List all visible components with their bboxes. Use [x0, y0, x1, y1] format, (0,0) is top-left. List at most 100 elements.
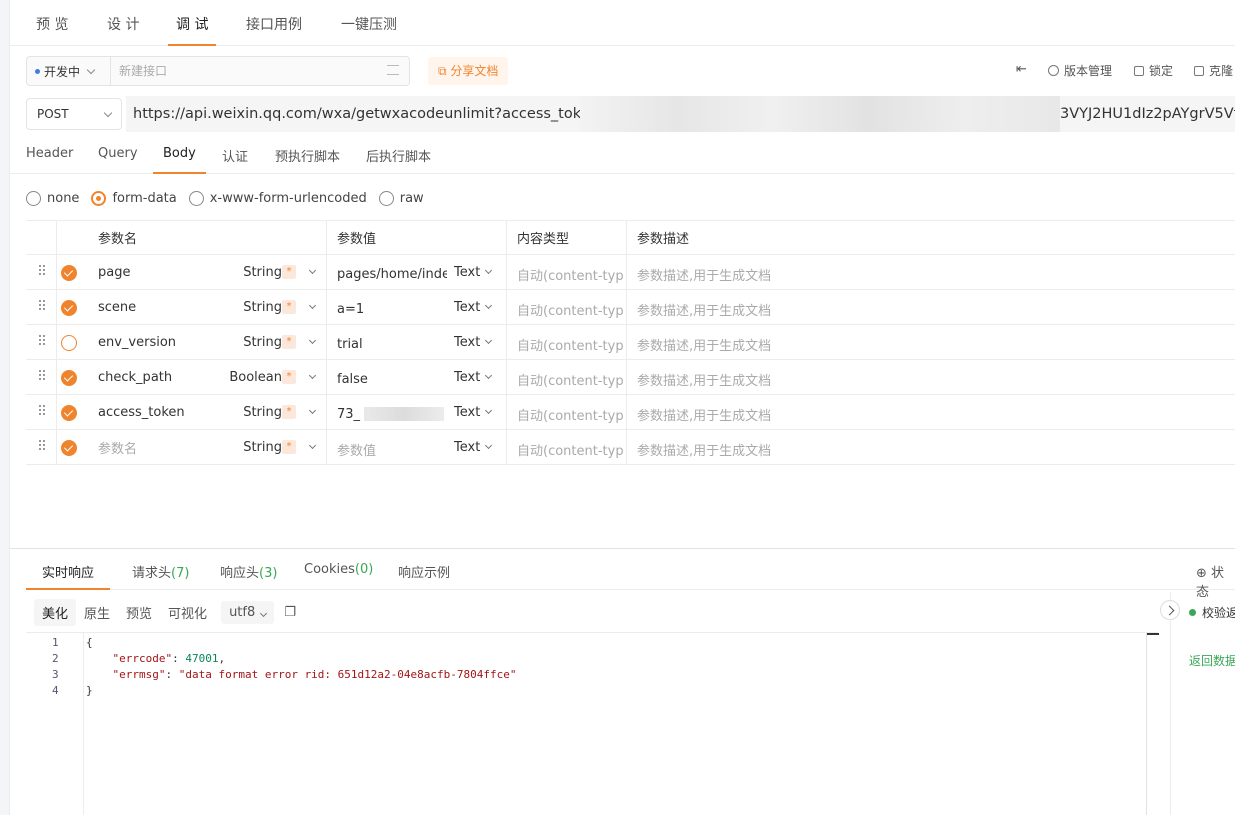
content-type-input[interactable]: 自动(content-typ [517, 257, 624, 291]
radio-none[interactable]: none [26, 190, 79, 206]
encoding-select[interactable]: utf8 [221, 600, 275, 624]
drag-handle-icon[interactable] [39, 440, 47, 452]
required-toggle[interactable]: * [282, 265, 296, 279]
required-toggle[interactable]: * [282, 440, 296, 454]
param-type[interactable]: String [192, 395, 282, 429]
response-divider[interactable] [10, 548, 1235, 549]
tab-api-cases[interactable]: 接口用例 [246, 14, 302, 46]
required-toggle[interactable]: * [282, 370, 296, 384]
param-name[interactable]: 参数名 [98, 430, 137, 464]
param-name[interactable]: env_version [98, 325, 176, 359]
row-enable-checkbox[interactable] [61, 265, 77, 281]
row-enable-checkbox[interactable] [61, 405, 77, 421]
tab-pre-script[interactable]: 预执行脚本 [275, 146, 340, 174]
value-type-select[interactable]: Text [454, 325, 493, 359]
type-chevron[interactable] [304, 430, 317, 464]
tab-query[interactable]: Query [98, 146, 138, 174]
param-type[interactable]: String [192, 430, 282, 464]
value-type-select[interactable]: Text [454, 290, 493, 324]
return-data-link[interactable]: 返回数据 [1189, 652, 1235, 669]
value-type-select[interactable]: Text [454, 255, 493, 289]
param-value[interactable]: a=1 [337, 292, 447, 326]
lock-button[interactable]: 锁定 [1134, 62, 1173, 79]
row-enable-checkbox[interactable] [61, 440, 77, 456]
share-doc-button[interactable]: ⧉ 分享文档 [428, 57, 509, 85]
tab-response-headers[interactable]: 响应头(3) [220, 562, 277, 590]
param-value[interactable]: pages/home/inde [337, 257, 447, 291]
collapse-panel-button[interactable] [1160, 600, 1180, 620]
content-type-input[interactable]: 自动(content-typ [517, 292, 624, 326]
type-chevron[interactable] [304, 290, 317, 324]
tab-realtime-response[interactable]: 实时响应 [26, 562, 111, 590]
row-enable-checkbox[interactable] [61, 335, 77, 351]
param-type[interactable]: String [192, 255, 282, 289]
scrollbar[interactable] [1146, 633, 1159, 815]
param-desc-input[interactable]: 参数描述,用于生成文档 [637, 397, 771, 431]
tab-post-script[interactable]: 后执行脚本 [366, 146, 431, 174]
param-type[interactable]: String [192, 325, 282, 359]
content-type-input[interactable]: 自动(content-typ [517, 397, 624, 431]
param-value[interactable]: 73_ [337, 397, 447, 431]
drag-handle-icon[interactable] [39, 370, 47, 382]
tab-request-headers[interactable]: 请求头(7) [132, 562, 189, 590]
param-desc-input[interactable]: 参数描述,用于生成文档 [637, 362, 771, 396]
radio-form-data[interactable]: form-data [91, 190, 177, 206]
content-type-input[interactable]: 自动(content-typ [517, 327, 624, 361]
tab-design[interactable]: 设 计 [107, 14, 139, 46]
type-chevron[interactable] [304, 325, 317, 359]
param-desc-input[interactable]: 参数描述,用于生成文档 [637, 292, 771, 326]
clone-button[interactable]: 克隆 [1194, 62, 1233, 79]
param-value[interactable]: false [337, 362, 447, 396]
param-type[interactable]: Boolean [192, 360, 282, 394]
tab-stress-test[interactable]: 一键压测 [341, 14, 397, 46]
drag-handle-icon[interactable] [39, 405, 47, 417]
visualize-button[interactable]: 可视化 [160, 599, 215, 626]
drag-handle-icon[interactable] [39, 335, 47, 347]
param-name[interactable]: scene [98, 290, 136, 324]
param-desc-input[interactable]: 参数描述,用于生成文档 [637, 257, 771, 291]
value-type-select[interactable]: Text [454, 360, 493, 394]
api-name-input[interactable]: 新建接口 [110, 56, 410, 86]
tab-preview[interactable]: 预 览 [36, 14, 68, 46]
raw-button[interactable]: 原生 [76, 599, 118, 626]
row-enable-checkbox[interactable] [61, 370, 77, 386]
type-chevron[interactable] [304, 395, 317, 429]
content-type-input[interactable]: 自动(content-typ [517, 362, 624, 396]
validate-response[interactable]: 校验返 [1189, 604, 1235, 621]
status-select[interactable]: 开发中 [26, 56, 110, 86]
beautify-button[interactable]: 美化 [34, 598, 77, 626]
row-enable-checkbox[interactable] [61, 300, 77, 316]
radio-raw[interactable]: raw [378, 190, 424, 206]
required-toggle[interactable]: * [282, 300, 296, 314]
tab-debug[interactable]: 调 试 [168, 14, 217, 46]
collapse-icon[interactable]: ⇤ [1016, 62, 1027, 77]
drag-handle-icon[interactable] [39, 300, 47, 312]
type-chevron[interactable] [304, 255, 317, 289]
version-manage-button[interactable]: 版本管理 [1048, 62, 1112, 79]
param-desc-input[interactable]: 参数描述,用于生成文档 [637, 432, 771, 466]
required-toggle[interactable]: * [282, 405, 296, 419]
param-name[interactable]: check_path [98, 360, 172, 394]
copy-icon[interactable]: ❐ [284, 605, 296, 620]
value-type-select[interactable]: Text [454, 395, 493, 429]
response-code-view[interactable]: 1 {2 "errcode": 47001, 3 "errmsg": "data f… [26, 632, 1159, 815]
tab-header[interactable]: Header [26, 146, 73, 174]
content-type-input[interactable]: 自动(content-typ [517, 432, 624, 466]
param-name[interactable]: page [98, 255, 130, 289]
radio-urlencoded[interactable]: x-www-form-urlencoded [188, 190, 367, 206]
tab-body[interactable]: Body [153, 146, 206, 174]
tab-auth[interactable]: 认证 [222, 146, 248, 174]
tab-cookies[interactable]: Cookies(0) [304, 562, 373, 590]
method-select[interactable]: POST [26, 98, 122, 130]
required-toggle[interactable]: * [282, 335, 296, 349]
param-value[interactable]: trial [337, 327, 447, 361]
param-desc-input[interactable]: 参数描述,用于生成文档 [637, 327, 771, 361]
status-button[interactable]: ⊕ 状态 [1196, 562, 1235, 600]
drag-handle-icon[interactable] [39, 265, 47, 277]
preview-button[interactable]: 预览 [118, 599, 160, 626]
type-chevron[interactable] [304, 360, 317, 394]
tab-response-example[interactable]: 响应示例 [398, 562, 450, 590]
param-name[interactable]: access_token [98, 395, 185, 429]
edit-icon[interactable] [387, 65, 399, 75]
value-type-select[interactable]: Text [454, 430, 493, 464]
